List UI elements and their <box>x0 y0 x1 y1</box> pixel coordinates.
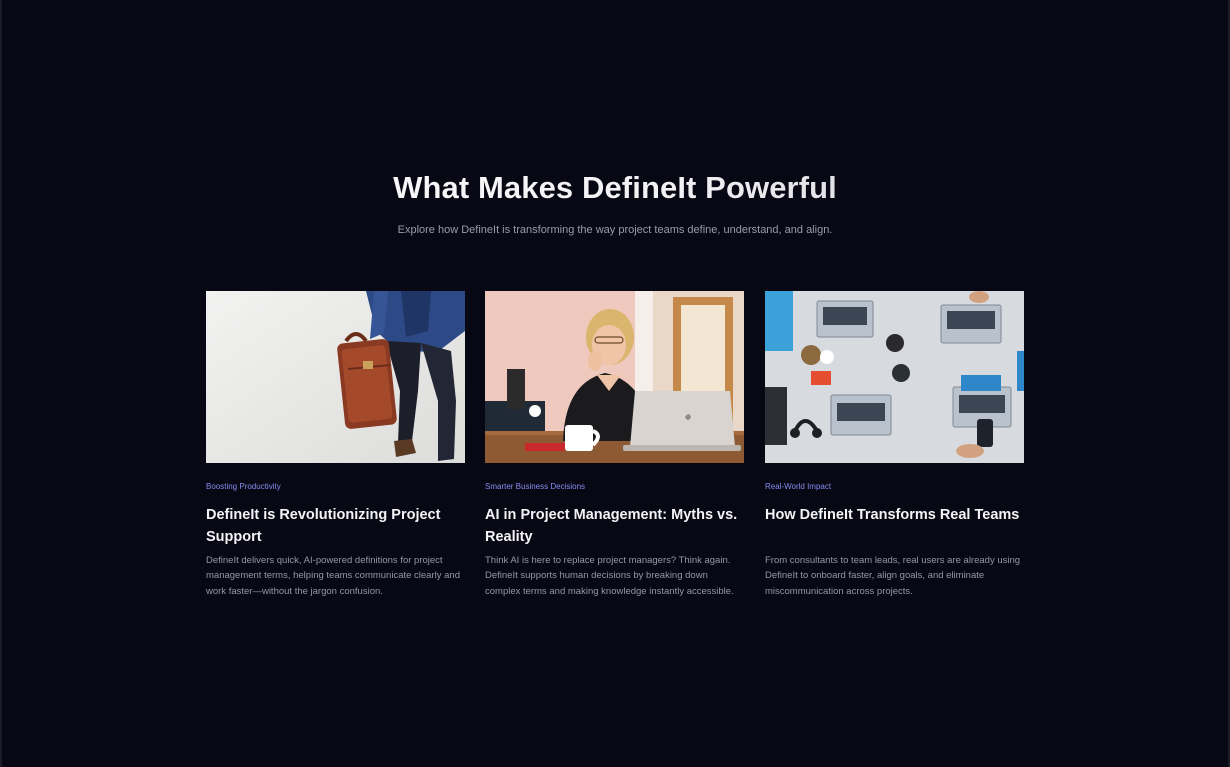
card-title[interactable]: DefineIt is Revolutionizing Project Supp… <box>206 504 465 548</box>
blog-card-grid: Boosting Productivity DefineIt is Revolu… <box>206 291 1024 621</box>
card-title[interactable]: How DefineIt Transforms Real Teams <box>765 504 1024 526</box>
card-image-woman-laptop[interactable] <box>485 291 744 463</box>
section-subtitle: Explore how DefineIt is transforming the… <box>397 224 833 236</box>
card-excerpt: From consultants to team leads, real use… <box>765 555 1021 597</box>
card-category-link[interactable]: Smarter Business Decisions <box>485 482 585 491</box>
blog-card[interactable]: Smarter Business Decisions AI in Project… <box>485 291 744 597</box>
card-title[interactable]: AI in Project Management: Myths vs. Real… <box>485 504 744 548</box>
card-image-team-laptops[interactable] <box>765 291 1024 463</box>
card-image-man-walking[interactable] <box>206 291 465 463</box>
card-category-link[interactable]: Real-World Impact <box>765 482 831 491</box>
card-excerpt: Think AI is here to replace project mana… <box>485 555 734 597</box>
blog-card[interactable]: Boosting Productivity DefineIt is Revolu… <box>206 291 465 597</box>
card-excerpt: DefineIt delivers quick, AI-powered defi… <box>206 555 460 597</box>
section-title: What Makes DefineIt Powerful <box>0 170 1230 206</box>
card-category-link[interactable]: Boosting Productivity <box>206 482 281 491</box>
blog-card[interactable]: Real-World Impact How DefineIt Transform… <box>765 291 1024 597</box>
